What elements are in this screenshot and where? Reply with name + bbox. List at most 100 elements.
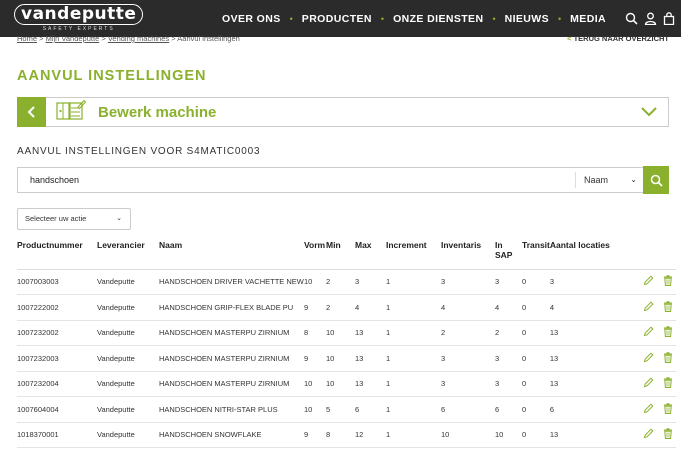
col-header-naam[interactable]: Naam bbox=[159, 238, 304, 270]
table-row[interactable]: 1007232002 Vandeputte HANDSCHOEN MASTERPU … bbox=[17, 320, 676, 346]
cell-leverancier: Vandeputte bbox=[97, 371, 159, 397]
trash-icon[interactable] bbox=[659, 345, 676, 372]
trash-icon[interactable] bbox=[659, 320, 676, 346]
main-nav: OVER ONS • PRODUCTEN • ONZE DIENSTEN • N… bbox=[222, 0, 606, 37]
cell-max: 6 bbox=[355, 396, 386, 423]
pencil-icon[interactable] bbox=[636, 345, 660, 372]
pencil-icon[interactable] bbox=[636, 371, 660, 397]
breadcrumb-separator: > bbox=[39, 34, 44, 43]
cell-vorm: 9 bbox=[304, 422, 326, 448]
search-field-select[interactable]: Naam ⌄ bbox=[575, 172, 643, 188]
cell-min: 2 bbox=[326, 294, 355, 321]
cell-vorm: 9 bbox=[304, 345, 326, 372]
col-header-in-sap[interactable]: In SAP bbox=[495, 238, 522, 270]
col-header-min[interactable]: Min bbox=[326, 238, 355, 270]
nav-item-media[interactable]: MEDIA bbox=[570, 13, 606, 25]
cell-increment: 1 bbox=[386, 345, 441, 372]
table-row[interactable]: 1007604004 Vandeputte HANDSCHOEN NITRI-STA… bbox=[17, 396, 676, 423]
brand-logo[interactable]: vandeputte SAFETY EXPERTS bbox=[14, 4, 144, 32]
nav-item-nieuws[interactable]: NIEUWS bbox=[505, 13, 549, 25]
col-header-max[interactable]: Max bbox=[355, 238, 386, 270]
cell-productnummer: 1007232003 bbox=[17, 345, 97, 372]
brand-name: vandeputte bbox=[14, 4, 144, 25]
cell-max: 4 bbox=[355, 294, 386, 321]
search-input[interactable] bbox=[18, 168, 574, 192]
table-row[interactable]: 1007232004 Vandeputte HANDSCHOEN MASTERPU … bbox=[17, 371, 676, 397]
pencil-icon[interactable] bbox=[636, 294, 660, 321]
cell-naam: HANDSCHOEN MASTERPU ZIRNIUM bbox=[159, 345, 304, 372]
cell-inventaris: 10 bbox=[441, 422, 495, 448]
table-header: Productnummer Leverancier Naam Vorm Min … bbox=[17, 238, 676, 270]
table-row[interactable]: 1007232003 Vandeputte HANDSCHOEN MASTERPU … bbox=[17, 345, 676, 372]
col-header-transit[interactable]: Transit bbox=[522, 238, 550, 270]
cell-productnummer: 1007604004 bbox=[17, 396, 97, 423]
chevron-left-icon bbox=[27, 105, 35, 118]
chevron-down-icon: ⌄ bbox=[630, 175, 637, 184]
col-header-inventaris[interactable]: Inventaris bbox=[441, 238, 495, 270]
table-row[interactable]: 1007003003 Vandeputte HANDSCHOEN DRIVER VA… bbox=[17, 269, 676, 295]
search-icon bbox=[650, 174, 663, 187]
trash-icon[interactable] bbox=[659, 371, 676, 397]
col-header-aantal-locaties[interactable]: Aantal locaties bbox=[549, 238, 637, 270]
cell-aantal-locaties: 13 bbox=[549, 345, 637, 372]
cell-productnummer: 1007003003 bbox=[17, 269, 97, 295]
search-button[interactable] bbox=[643, 166, 669, 194]
pencil-icon[interactable] bbox=[636, 422, 660, 448]
cell-in-sap: 6 bbox=[495, 396, 522, 423]
cell-min: 10 bbox=[326, 345, 355, 372]
action-select[interactable]: Selecteer uw actie ⌄ bbox=[17, 208, 131, 230]
cell-transit: 0 bbox=[522, 396, 550, 423]
col-header-increment[interactable]: Increment bbox=[386, 238, 441, 270]
pencil-icon[interactable] bbox=[636, 269, 660, 295]
cell-inventaris: 2 bbox=[441, 320, 495, 346]
user-icon[interactable] bbox=[644, 12, 657, 25]
cell-inventaris: 3 bbox=[441, 371, 495, 397]
chevron-down-icon[interactable] bbox=[640, 105, 658, 124]
cell-aantal-locaties: 3 bbox=[549, 269, 637, 295]
trash-icon[interactable] bbox=[659, 422, 676, 448]
table-row[interactable]: 1018370001 Vandeputte HANDSCHOEN SNOWFLAKE… bbox=[17, 422, 676, 448]
cell-productnummer: 1007232004 bbox=[17, 371, 97, 397]
bag-icon[interactable] bbox=[663, 12, 675, 25]
col-header-vorm[interactable]: Vorm bbox=[304, 238, 326, 270]
trash-icon[interactable] bbox=[659, 269, 676, 295]
cell-transit: 0 bbox=[522, 345, 550, 372]
pencil-icon[interactable] bbox=[636, 396, 660, 423]
cell-leverancier: Vandeputte bbox=[97, 345, 159, 372]
trash-icon[interactable] bbox=[659, 294, 676, 321]
breadcrumb-my-vandeputte[interactable]: Mijn Vandeputte bbox=[46, 34, 100, 43]
cell-transit: 0 bbox=[522, 320, 550, 346]
cell-min: 5 bbox=[326, 396, 355, 423]
cell-increment: 1 bbox=[386, 371, 441, 397]
action-select-placeholder: Selecteer uw actie bbox=[25, 214, 87, 223]
cell-increment: 1 bbox=[386, 422, 441, 448]
pencil-icon[interactable] bbox=[636, 320, 660, 346]
chevron-down-icon: ⌄ bbox=[116, 215, 122, 222]
cell-productnummer: 1018370001 bbox=[17, 422, 97, 448]
edit-machine-panel[interactable]: Bewerk machine bbox=[17, 96, 669, 127]
breadcrumb-home[interactable]: Home bbox=[17, 34, 37, 43]
cell-leverancier: Vandeputte bbox=[97, 294, 159, 321]
col-header-productnummer[interactable]: Productnummer bbox=[17, 238, 97, 270]
table-row[interactable]: 1007222002 Vandeputte HANDSCHOEN GRIP-FLEX… bbox=[17, 294, 676, 321]
cell-transit: 0 bbox=[522, 269, 550, 295]
search-field-value: Naam bbox=[584, 175, 609, 185]
col-header-leverancier[interactable]: Leverancier bbox=[97, 238, 159, 270]
breadcrumb-vending-machines[interactable]: Vending machines bbox=[108, 34, 169, 43]
back-button[interactable] bbox=[17, 96, 46, 127]
cell-vorm: 8 bbox=[304, 320, 326, 346]
breadcrumb-separator: > bbox=[101, 34, 106, 43]
section-title: AANVUL INSTELLINGEN VOOR S4MATIC0003 bbox=[17, 146, 261, 157]
trash-icon[interactable] bbox=[659, 396, 676, 423]
nav-item-over-ons[interactable]: OVER ONS bbox=[222, 13, 281, 25]
edit-machine-label: Bewerk machine bbox=[98, 103, 217, 121]
nav-item-producten[interactable]: PRODUCTEN bbox=[302, 13, 372, 25]
cell-leverancier: Vandeputte bbox=[97, 422, 159, 448]
back-link-label: TERUG NAAR OVERZICHT bbox=[573, 34, 669, 43]
nav-separator: • bbox=[558, 13, 562, 24]
cell-productnummer: 1007222002 bbox=[17, 294, 97, 321]
nav-item-onze-diensten[interactable]: ONZE DIENSTEN bbox=[393, 13, 483, 25]
search-icon[interactable] bbox=[625, 12, 638, 25]
cell-aantal-locaties: 13 bbox=[549, 371, 637, 397]
back-to-overview-link[interactable]: < TERUG NAAR OVERZICHT bbox=[567, 34, 669, 43]
